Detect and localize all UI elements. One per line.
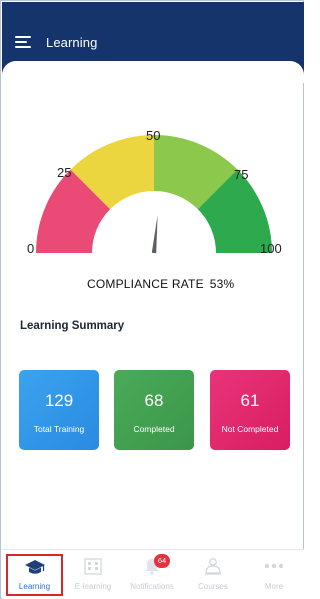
nav-item-more[interactable]: More [245,550,303,599]
compliance-rate-label: COMPLIANCE RATE [87,277,204,291]
nav-label-courses: Courses [198,582,228,591]
total-training-label: Total Training [33,424,85,434]
gauge-tick-25: 25 [57,165,72,180]
completed-card[interactable]: 68 Completed [114,370,194,450]
presenter-icon [202,556,224,581]
not-completed-card[interactable]: 61 Not Completed [210,370,290,450]
total-training-count: 129 [44,391,74,410]
bottom-nav: Learning E-learning 64 Notifications Cou… [2,549,304,599]
hamburger-menu-icon[interactable] [12,32,34,52]
nav-item-e-learning[interactable]: E-learning [64,550,122,599]
gauge-needle [151,215,158,254]
nav-item-notifications[interactable]: 64 Notifications [123,550,181,599]
page-title: Learning [46,35,98,50]
total-training-card[interactable]: 129 Total Training [19,370,99,450]
nav-label-notifications: Notifications [130,582,174,591]
completed-count: 68 [144,391,164,410]
not-completed-count: 61 [240,391,260,410]
nav-item-courses[interactable]: Courses [184,550,242,599]
compliance-rate: COMPLIANCE RATE 53% [87,277,234,291]
not-completed-label: Not Completed [221,424,279,434]
compliance-gauge: 0 25 50 75 100 [1,121,305,271]
app-frame: Learning 0 25 50 75 100 COMPLIANCE RATE 5… [0,0,304,599]
nav-label-learning: Learning [18,582,51,591]
compliance-rate-value: 53% [209,277,235,291]
building-icon [82,556,104,581]
gauge-tick-50: 50 [146,128,161,143]
gauge-tick-75: 75 [234,167,249,182]
content-sheet-top [2,61,304,83]
completed-label: Completed [133,424,175,434]
more-dots-icon [263,556,285,581]
gauge-tick-100: 100 [260,241,282,256]
notifications-badge: 64 [154,554,170,568]
nav-label-e-learning: E-learning [74,582,112,591]
graduation-cap-icon [24,559,46,582]
gauge-tick-0: 0 [27,241,35,256]
nav-item-learning[interactable]: Learning [6,554,63,596]
learning-summary-title: Learning Summary [20,320,125,332]
nav-label-more: More [264,582,284,591]
